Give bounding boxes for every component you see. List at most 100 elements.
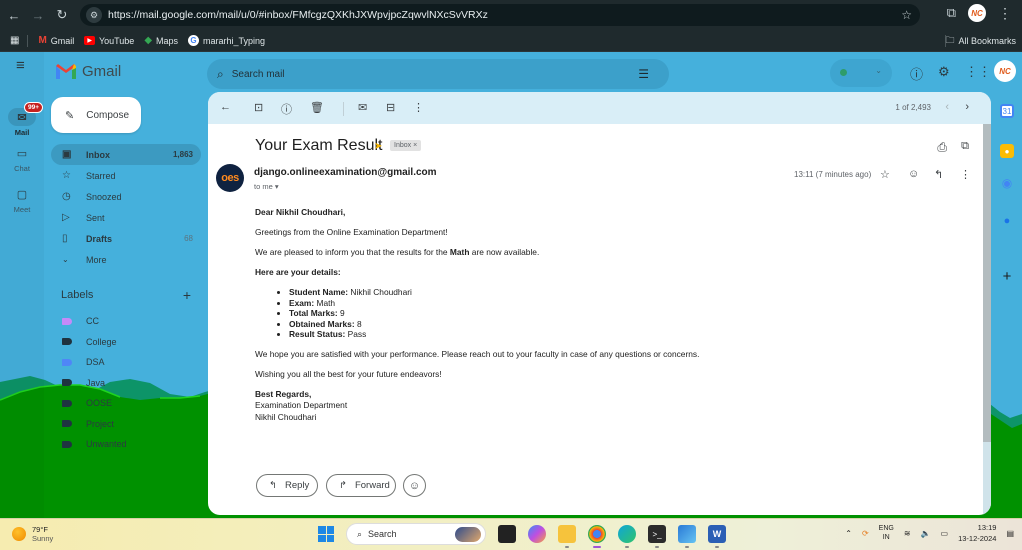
label-item[interactable]: DSA — [62, 352, 127, 373]
profile-avatar[interactable]: NC — [968, 4, 986, 22]
chrome-icon[interactable] — [588, 525, 606, 548]
delete-icon[interactable]: 🗑 — [310, 101, 324, 114]
task-view-icon[interactable] — [498, 525, 516, 543]
archive-icon[interactable]: ⊡ — [254, 101, 263, 114]
bookmark-maps[interactable]: ◆ Maps — [144, 35, 178, 46]
important-marker-icon[interactable]: ➤ — [374, 141, 382, 152]
rail-mail[interactable]: ✉ 99+ Mail — [0, 102, 44, 137]
emoji-react-icon[interactable]: ☺ — [908, 168, 919, 180]
open-new-window-icon[interactable]: ⧉ — [961, 140, 969, 153]
battery-icon[interactable]: ▭ — [941, 529, 949, 538]
extensions-icon[interactable]: ⧉ — [947, 5, 956, 21]
file-explorer-icon[interactable] — [558, 525, 576, 548]
inbox-label-chip[interactable]: Inbox × — [390, 140, 422, 151]
edge-icon[interactable] — [618, 525, 636, 548]
print-icon[interactable]: ⎙ — [937, 140, 947, 155]
mark-unread-icon[interactable]: ✉ — [358, 101, 367, 114]
folder-drafts[interactable]: ▯ Drafts 68 — [51, 228, 201, 249]
url-text[interactable]: https://mail.google.com/mail/u/0/#inbox/… — [108, 9, 488, 21]
rail-chat[interactable]: ▭ Chat — [0, 144, 44, 174]
detail-item: Obtained Marks: 8 — [289, 319, 955, 330]
copilot-icon[interactable] — [528, 525, 546, 543]
forward-button[interactable]: → — [28, 5, 48, 25]
bookmark-gmail[interactable]: M Gmail — [38, 35, 74, 46]
recipient-details[interactable]: to me ▾ — [254, 182, 279, 191]
back-button[interactable]: ← — [4, 5, 24, 25]
scrollbar-thumb[interactable] — [983, 124, 991, 442]
help-icon[interactable]: ⓘ — [910, 64, 923, 83]
more-actions-icon[interactable]: ⋮ — [960, 168, 971, 181]
folder-sent[interactable]: ▷ Sent — [51, 207, 201, 228]
reply-button[interactable]: ↰ Reply — [256, 474, 318, 497]
update-icon[interactable]: ⟳ — [862, 529, 869, 538]
more-options-icon[interactable]: ⋮ — [413, 101, 424, 114]
rail-meet[interactable]: ▢ Meet — [0, 185, 44, 215]
bookmark-star-icon[interactable]: ☆ — [901, 8, 912, 22]
taskbar-search[interactable]: ⌕ Search — [346, 523, 486, 545]
google-apps-icon[interactable]: ⋮⋮ — [965, 64, 991, 80]
older-button[interactable]: › — [965, 101, 969, 113]
compose-button[interactable]: ✎ Compose — [51, 97, 141, 133]
label-item[interactable]: CC — [62, 311, 127, 332]
contacts-icon[interactable]: ● — [1000, 214, 1014, 228]
wifi-icon[interactable]: ≋ — [904, 529, 911, 538]
add-label-button[interactable]: + — [183, 287, 191, 303]
weather-widget[interactable]: 79°F Sunny — [12, 525, 53, 543]
terminal-icon[interactable]: >_ — [648, 525, 666, 548]
search-input[interactable]: Search mail — [232, 69, 285, 80]
browser-menu-icon[interactable]: ⋮ — [998, 5, 1012, 22]
folder-inbox[interactable]: ▣ Inbox 1,863 — [51, 144, 201, 165]
search-bar[interactable]: ⌕ Search mail ☰ — [207, 59, 669, 89]
add-addon-icon[interactable]: + — [1000, 268, 1014, 285]
unread-badge: 99+ — [24, 102, 44, 113]
sender-email[interactable]: django.onlineexamination@gmail.com — [254, 167, 437, 178]
bookmark-youtube[interactable]: ▶ YouTube — [84, 36, 134, 46]
reply-icon[interactable]: ↰ — [934, 168, 943, 181]
tasks-icon[interactable]: ◉ — [1000, 176, 1014, 190]
photos-icon[interactable] — [678, 525, 696, 548]
label-item[interactable]: Project — [62, 414, 127, 435]
clock[interactable]: 13:19 13-12-2024 — [958, 522, 996, 544]
account-avatar[interactable]: NC — [994, 60, 1016, 82]
back-to-inbox-icon[interactable]: ← — [220, 101, 231, 113]
main-menu-icon[interactable]: ≡ — [16, 57, 25, 74]
bookmark-mararhi-typing[interactable]: Gmararhi_Typing — [188, 35, 265, 46]
gmail-logo[interactable]: Gmail — [56, 63, 121, 80]
newer-button[interactable]: ‹ — [945, 101, 949, 113]
all-bookmarks-button[interactable]: 🗀 All Bookmarks — [945, 33, 1016, 49]
keep-icon[interactable]: ● — [1000, 144, 1014, 158]
forward-button[interactable]: ↱ Forward — [326, 474, 396, 497]
label-item[interactable]: College — [62, 332, 127, 353]
calendar-icon[interactable]: 31 — [1000, 104, 1014, 118]
detail-item: Exam: Math — [289, 298, 955, 309]
details-list: Student Name: Nikhil ChoudhariExam: Math… — [289, 287, 955, 340]
address-bar[interactable]: ⚙ https://mail.google.com/mail/u/0/#inbo… — [80, 4, 920, 26]
emoji-reaction-button[interactable]: ☺ — [403, 474, 426, 497]
start-button[interactable] — [318, 526, 334, 542]
apps-icon[interactable]: ▦ — [10, 35, 19, 46]
chevron-down-icon: ⌄ — [875, 66, 882, 75]
folder-more[interactable]: ⌄ More — [51, 249, 201, 270]
email-body: Dear Nikhil Choudhari, Greetings from th… — [255, 207, 955, 423]
report-spam-icon[interactable]: ⓘ — [281, 101, 292, 117]
move-to-icon[interactable]: ⊟ — [386, 101, 395, 114]
label-item[interactable]: Java — [62, 373, 127, 394]
search-icon[interactable]: ⌕ — [217, 67, 224, 82]
folder-snoozed[interactable]: ◷ Snoozed — [51, 186, 201, 207]
notifications-icon[interactable]: ▤ — [1006, 529, 1014, 538]
sender-avatar[interactable]: oes — [216, 164, 244, 192]
maps-icon: ◆ — [144, 35, 153, 46]
star-icon[interactable]: ☆ — [880, 168, 890, 181]
site-settings-icon[interactable]: ⚙ — [86, 7, 102, 23]
volume-icon[interactable]: 🔈 — [921, 529, 931, 538]
folder-starred[interactable]: ☆ Starred — [51, 165, 201, 186]
label-item[interactable]: OOSE — [62, 393, 127, 414]
search-options-icon[interactable]: ☰ — [638, 67, 649, 81]
reload-button[interactable]: ↻ — [52, 5, 72, 25]
label-item[interactable]: Unwanted — [62, 434, 127, 455]
show-hidden-icons[interactable]: ⌃ — [845, 529, 852, 538]
settings-gear-icon[interactable]: ⚙ — [938, 64, 950, 80]
language-indicator[interactable]: ENG IN — [879, 524, 894, 542]
status-selector[interactable]: ⌄ — [830, 59, 892, 87]
word-icon[interactable]: W — [708, 525, 726, 548]
